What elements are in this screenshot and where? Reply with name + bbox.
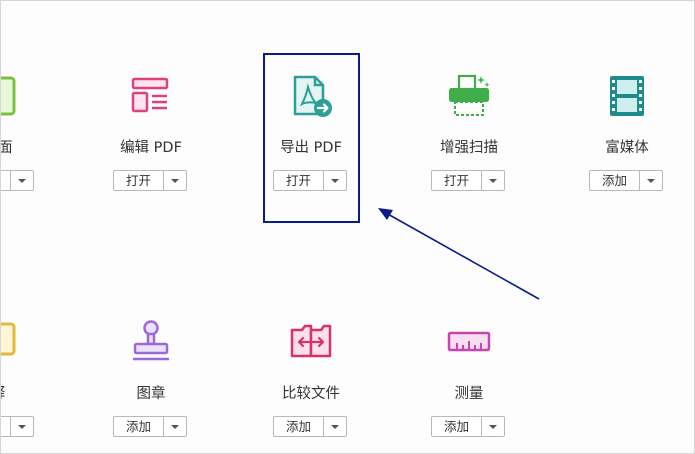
annotation-arrow: [378, 208, 540, 300]
tools-panel: 页面 编辑 PDF 打开 导出 PDF 打开: [0, 0, 695, 454]
